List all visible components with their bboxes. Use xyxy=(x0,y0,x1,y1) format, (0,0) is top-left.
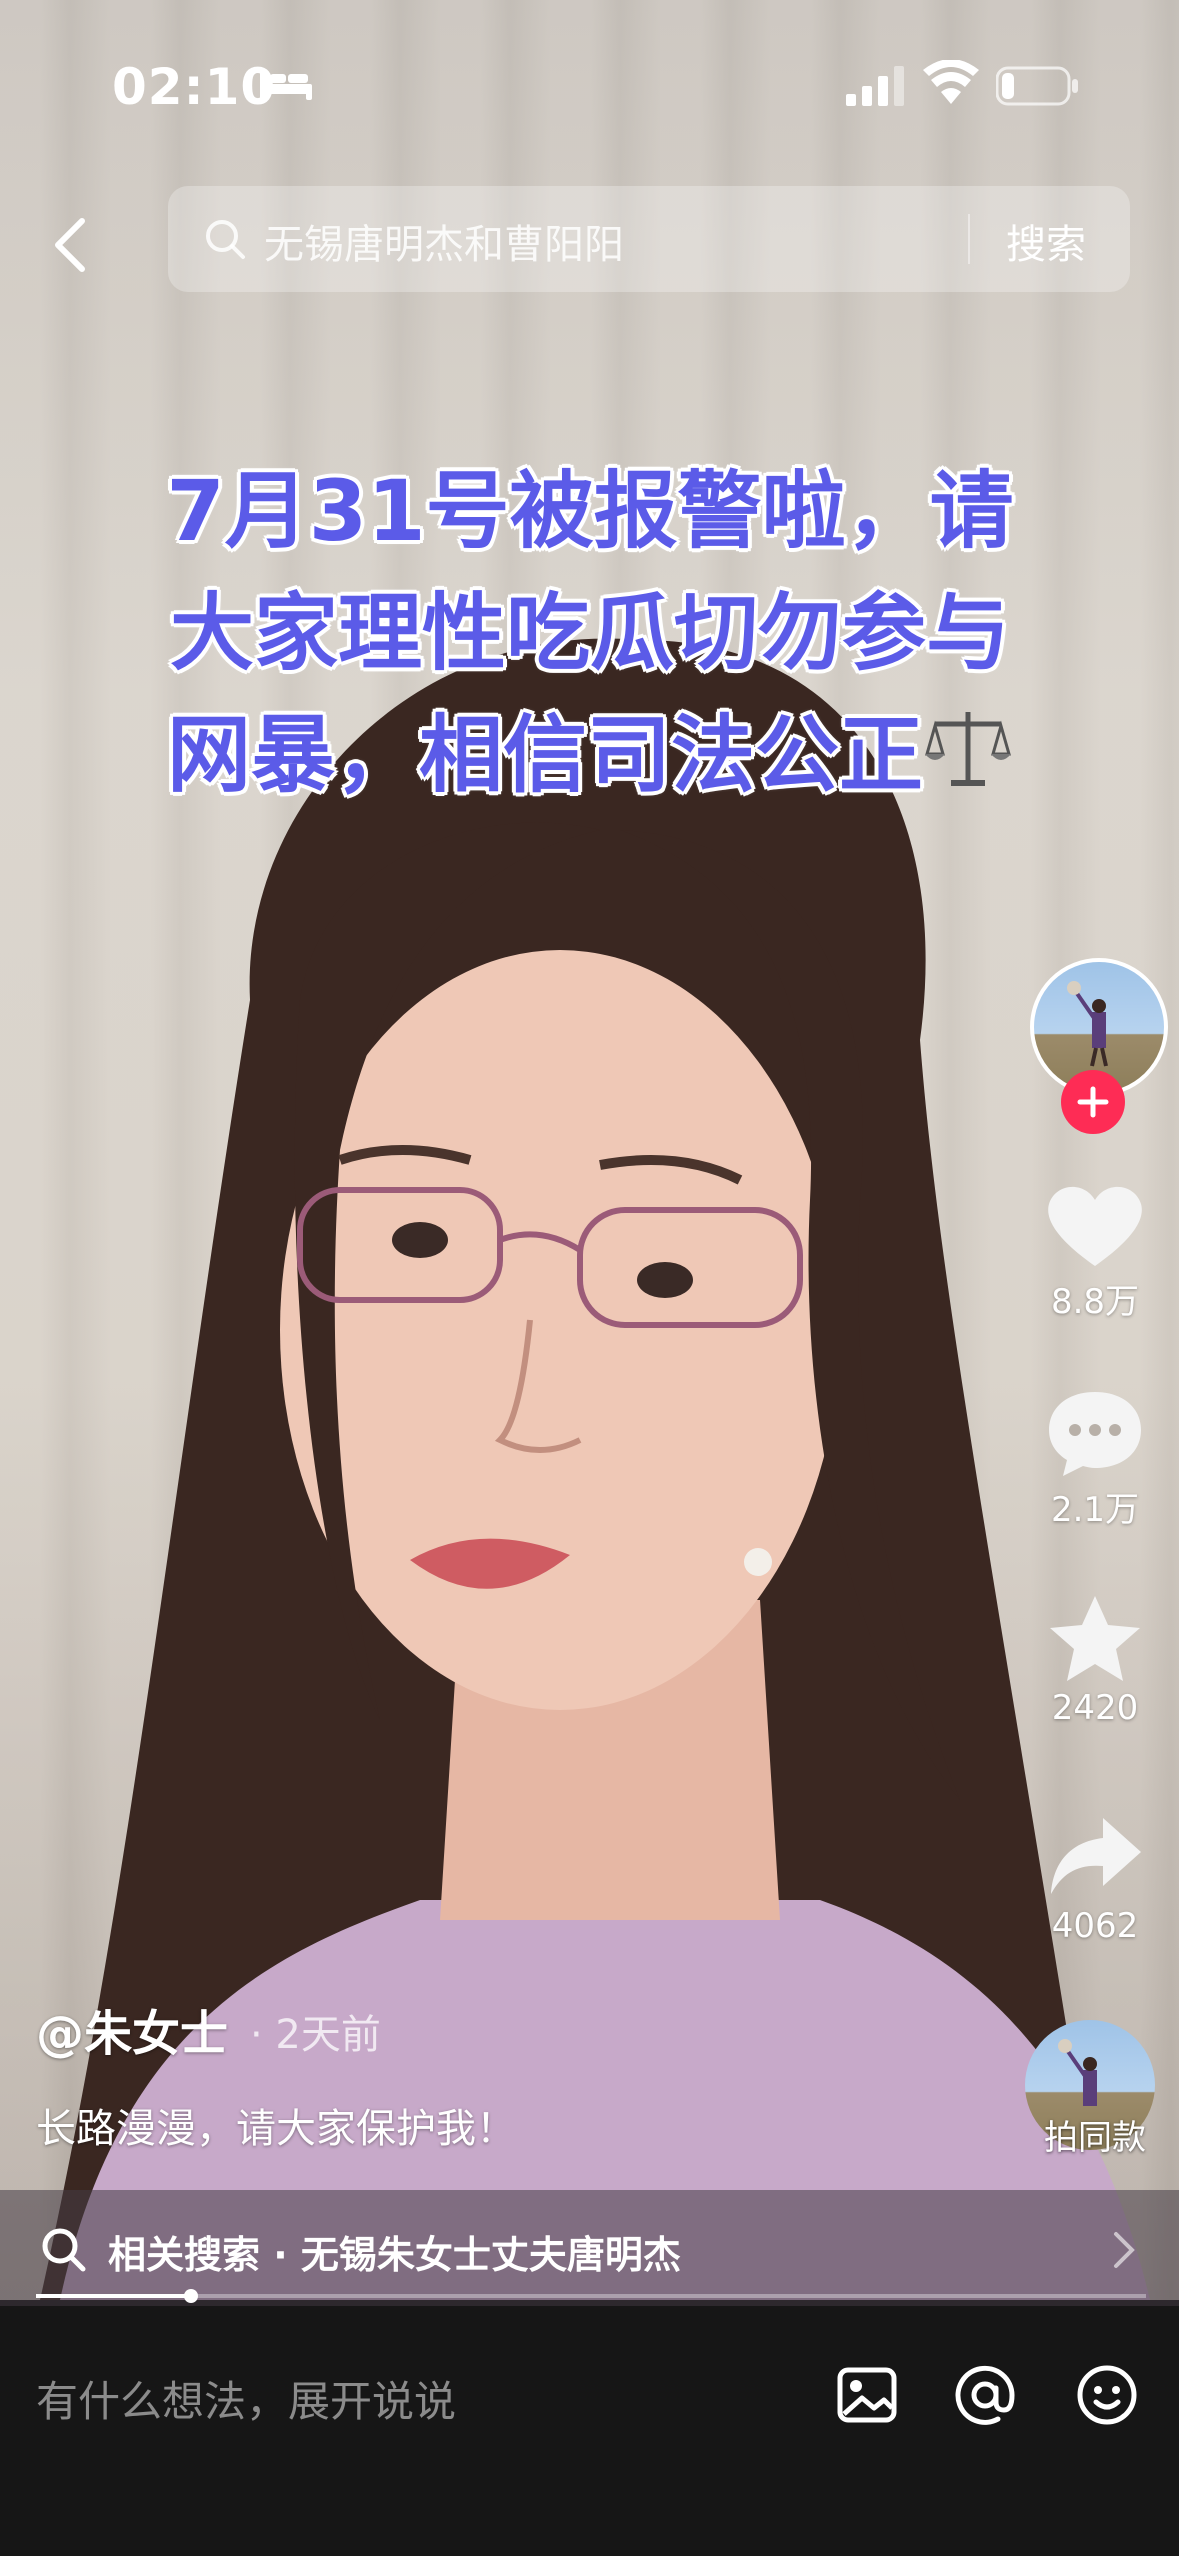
search-icon xyxy=(206,220,245,259)
plus-icon xyxy=(1077,1086,1109,1118)
caption-line-1: 7月31号被报警啦，请 xyxy=(166,462,1014,560)
comment-icon xyxy=(1049,1392,1141,1476)
share-count: 4062 xyxy=(1051,1906,1139,1946)
author-name[interactable]: @朱女士 xyxy=(36,1994,228,2064)
status-bar: 02:10 xyxy=(0,0,1179,170)
related-search-text: 相关搜索 · 无锡朱女士丈夫唐明杰 xyxy=(108,2233,681,2277)
caption-line-2: 大家理性吃瓜切勿参与 xyxy=(169,584,1010,682)
comment-count: 2.1万 xyxy=(1050,1490,1140,1530)
bed-icon xyxy=(260,70,312,100)
search-input[interactable]: 无锡唐明杰和曹阳阳 xyxy=(264,212,624,270)
star-icon xyxy=(1050,1596,1140,1681)
balance-scale-icon xyxy=(925,712,1011,786)
emoji-icon[interactable] xyxy=(1074,2362,1140,2428)
search-button[interactable]: 搜索 xyxy=(1006,212,1086,270)
video-frame xyxy=(40,638,1150,2300)
comment-bar: 有什么想法，展开说说 xyxy=(0,2306,1179,2556)
video-progress-bar[interactable] xyxy=(36,2289,1146,2303)
follow-button[interactable] xyxy=(1061,1070,1125,1134)
chevron-right-icon xyxy=(1114,2232,1135,2268)
related-search-bar[interactable]: 相关搜索 · 无锡朱女士丈夫唐明杰 xyxy=(0,2190,1179,2306)
like-count: 8.8万 xyxy=(1050,1282,1140,1322)
use-sound-label[interactable]: 拍同款 xyxy=(1010,2110,1179,2159)
caption-line-3: 网暴，相信司法公正 xyxy=(90,694,1090,816)
back-button[interactable] xyxy=(40,205,100,285)
video-caption: 7月31号被报警啦，请 大家理性吃瓜切勿参与 网暴，相信司法公正 xyxy=(90,450,1090,816)
post-description: 长路漫漫，请大家保护我！ xyxy=(36,2106,516,2152)
video-player[interactable] xyxy=(0,0,1179,2300)
like-button[interactable]: 8.8万 xyxy=(1010,1180,1179,1323)
wifi-icon xyxy=(923,60,979,104)
signal-icon xyxy=(846,66,904,106)
search-icon xyxy=(42,2228,86,2272)
post-time: · 2天前 xyxy=(250,2012,381,2058)
at-icon[interactable] xyxy=(952,2362,1018,2428)
chevron-left-icon xyxy=(55,218,85,272)
image-icon[interactable] xyxy=(834,2362,900,2428)
heart-icon xyxy=(1048,1186,1142,1266)
status-time: 02:10 xyxy=(112,58,277,116)
comment-input[interactable]: 有什么想法，展开说说 xyxy=(36,2368,456,2429)
battery-icon xyxy=(996,66,1078,106)
share-arrow-icon xyxy=(1051,1818,1141,1894)
search-divider xyxy=(968,214,970,264)
progress-fill xyxy=(36,2294,192,2298)
share-button[interactable]: 4062 xyxy=(1010,1812,1179,1946)
comment-button[interactable]: 2.1万 xyxy=(1010,1388,1179,1531)
favorite-button[interactable]: 2420 xyxy=(1010,1594,1179,1728)
search-bar[interactable]: 无锡唐明杰和曹阳阳 搜索 xyxy=(168,186,1130,292)
favorite-count: 2420 xyxy=(1051,1688,1139,1728)
